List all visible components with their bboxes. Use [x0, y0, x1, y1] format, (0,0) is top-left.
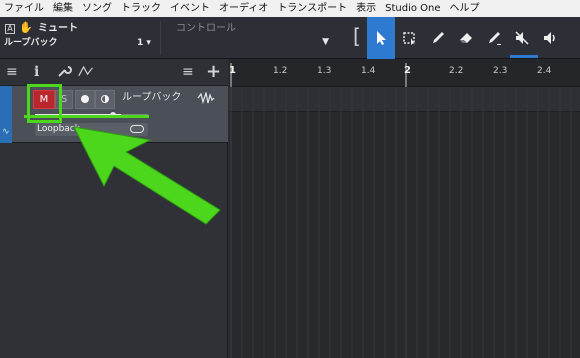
ruler-tick: 1 — [229, 65, 236, 76]
grid-lines — [230, 87, 572, 358]
track-color-strip: ∿ — [0, 86, 12, 143]
waveform-icon — [197, 92, 215, 104]
menu-event[interactable]: イベント — [170, 0, 210, 17]
automation-icon[interactable] — [78, 63, 94, 84]
pencil-tool-button[interactable] — [424, 17, 452, 59]
ruler-tick: 2.3 — [493, 66, 508, 76]
control-label: コントロール — [176, 23, 236, 34]
tool-sub-label: ループバック — [4, 38, 58, 48]
pencil-icon — [433, 32, 444, 43]
menu-help[interactable]: ヘルプ — [450, 0, 480, 17]
control-dropdown[interactable]: コントロール ▼ — [160, 21, 335, 55]
menu-view[interactable]: 表示 — [356, 0, 376, 17]
ruler-tick: 2.2 — [449, 66, 464, 76]
wrench-icon[interactable] — [56, 63, 72, 84]
ruler-tick: 1.3 — [317, 66, 332, 76]
record-button[interactable] — [75, 90, 95, 109]
eraser-icon — [460, 33, 472, 43]
menu-file[interactable]: ファイル — [4, 0, 44, 17]
range-tool-button[interactable] — [396, 17, 424, 59]
menu-audio[interactable]: オーディオ — [219, 0, 268, 17]
arrange-view[interactable] — [229, 87, 580, 358]
ruler-tick: 2 — [404, 65, 411, 76]
mute-tool-icon — [515, 31, 529, 45]
track-name[interactable]: ループバック — [122, 92, 181, 104]
record-icon — [81, 95, 89, 103]
monitor-button[interactable] — [95, 90, 115, 109]
wave-small-icon: ∿ — [2, 127, 10, 137]
chevron-down-icon: ▼ — [322, 37, 329, 47]
ruler-tick: 2.4 — [537, 66, 552, 76]
track-panel-toolbar: ≡ i ≡ + — [0, 59, 228, 86]
menu-bar: ファイル 編集 ソング トラック イベント オーディオ トランスポート 表示 S… — [0, 0, 580, 17]
ruler-tick: 1.2 — [273, 66, 288, 76]
annotation-highlight-line — [24, 115, 149, 118]
toolbar: A ✋ ミュート ループバック 1 ▾ コントロール ▼ [ — [0, 17, 580, 59]
speaker-icon — [544, 32, 555, 44]
paint-tool-button[interactable] — [480, 17, 508, 59]
menu-icon[interactable]: ≡ — [6, 63, 18, 81]
menu-studio-one[interactable]: Studio One — [385, 0, 440, 17]
menu-track[interactable]: トラック — [121, 0, 161, 17]
listen-tool-button[interactable] — [536, 17, 564, 59]
info-icon[interactable]: i — [34, 63, 39, 81]
menu-transport[interactable]: トランスポート — [277, 0, 347, 17]
cursor-arrow-icon — [377, 31, 386, 45]
add-track-icon[interactable]: + — [206, 63, 221, 81]
paint-icon — [489, 32, 501, 45]
bracket-icon: [ — [353, 24, 361, 48]
timeline-ruler[interactable]: 1 1.2 1.3 1.4 2 2.2 2.3 2.4 — [229, 59, 580, 87]
menu-edit[interactable]: 編集 — [53, 0, 73, 17]
input-toggle[interactable] — [130, 125, 144, 133]
tool-a-icon[interactable]: A — [5, 24, 15, 34]
chevron-down-icon: ▾ — [143, 38, 151, 48]
monitor-icon — [101, 95, 109, 103]
value-dropdown[interactable]: 1 ▾ — [137, 38, 151, 48]
tool-mute-label: ミュート — [38, 23, 78, 34]
eraser-tool-button[interactable] — [452, 17, 480, 59]
ruler-tick: 1.4 — [361, 66, 376, 76]
menu-song[interactable]: ソング — [82, 0, 112, 17]
active-tool-underline — [510, 55, 538, 58]
arrow-tool-button[interactable] — [367, 17, 395, 59]
hand-icon: ✋ — [19, 21, 33, 34]
list-icon[interactable]: ≡ — [182, 63, 194, 81]
mute-tool-button[interactable] — [508, 17, 536, 59]
range-select-icon — [403, 32, 415, 45]
